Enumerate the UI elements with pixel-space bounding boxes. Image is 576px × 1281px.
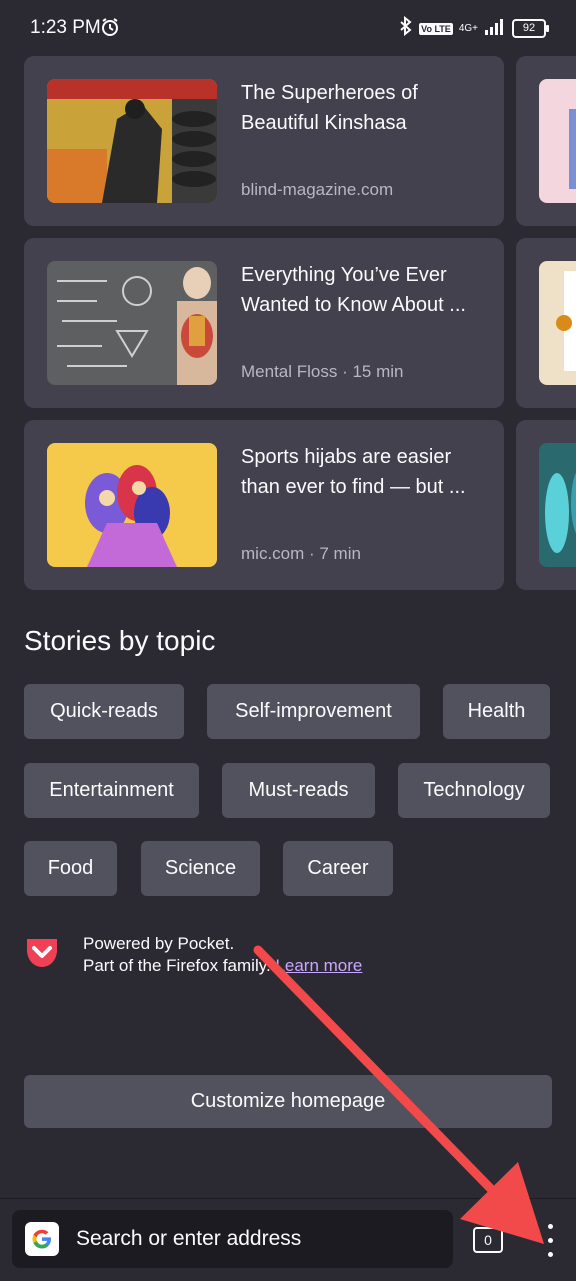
topic-chip-must-reads[interactable]: Must-reads xyxy=(222,763,375,818)
pocket-logo-icon xyxy=(24,936,60,975)
customize-homepage-button[interactable]: Customize homepage xyxy=(24,1075,552,1128)
volte-badge: Vo LTE xyxy=(419,22,453,35)
story-thumbnail xyxy=(47,443,217,567)
network-type: 4G+ xyxy=(458,23,478,34)
story-thumbnail xyxy=(47,79,217,203)
story-source: blind-magazine.com xyxy=(241,180,394,199)
topic-chip-self-improvement[interactable]: Self-improvement xyxy=(207,684,420,739)
section-title: Stories by topic xyxy=(24,625,216,656)
tab-counter-button[interactable]: 0 xyxy=(473,1227,503,1253)
learn-more-link[interactable]: Learn more xyxy=(275,956,362,975)
story-source: mic.com · 7 min xyxy=(241,544,361,563)
story-card[interactable]: The Superheroes of Beautiful Kinshasa bl… xyxy=(24,56,504,226)
topic-chip-career[interactable]: Career xyxy=(283,841,393,896)
bottom-toolbar: Search or enter address 0 xyxy=(0,1198,576,1281)
topic-chip-quick-reads[interactable]: Quick-reads xyxy=(24,684,184,739)
story-card-peek[interactable] xyxy=(516,238,576,408)
story-thumbnail xyxy=(47,261,217,385)
story-source: Mental Floss · 15 min xyxy=(241,362,404,381)
signal-icon xyxy=(484,17,506,40)
more-menu-icon[interactable] xyxy=(536,1221,564,1261)
battery-icon: 92 xyxy=(512,19,549,38)
topic-chip-health[interactable]: Health xyxy=(443,684,550,739)
story-card[interactable]: Sports hijabs are easier than ever to fi… xyxy=(24,420,504,590)
status-time: 1:23 PM xyxy=(30,17,101,38)
story-title: The Superheroes of Beautiful Kinshasa xyxy=(241,82,418,134)
google-icon xyxy=(25,1222,59,1256)
address-bar[interactable]: Search or enter address xyxy=(12,1210,453,1268)
story-title: Everything You’ve Ever Wanted to Know Ab… xyxy=(241,264,466,316)
story-title: Sports hijabs are easier than ever to fi… xyxy=(241,446,466,498)
topic-chip-entertainment[interactable]: Entertainment xyxy=(24,763,199,818)
search-input[interactable]: Search or enter address xyxy=(76,1227,301,1251)
pocket-powered-by: Powered by Pocket. xyxy=(83,934,235,953)
story-card[interactable]: Everything You’ve Ever Wanted to Know Ab… xyxy=(24,238,504,408)
topic-chip-food[interactable]: Food xyxy=(24,841,117,896)
pocket-attribution: Powered by Pocket. Part of the Firefox f… xyxy=(83,933,362,977)
bluetooth-icon xyxy=(399,15,413,41)
alarm-icon xyxy=(100,17,120,42)
pocket-family-text: Part of the Firefox family. xyxy=(83,956,271,975)
story-thumbnail xyxy=(539,443,576,567)
topic-chip-science[interactable]: Science xyxy=(141,841,260,896)
story-thumbnail xyxy=(539,261,576,385)
status-bar: 1:23 PM Vo LTE 4G+ 92 xyxy=(0,0,576,56)
story-card-peek[interactable] xyxy=(516,56,576,226)
story-card-peek[interactable] xyxy=(516,420,576,590)
story-thumbnail xyxy=(539,79,576,203)
topic-chip-technology[interactable]: Technology xyxy=(398,763,550,818)
